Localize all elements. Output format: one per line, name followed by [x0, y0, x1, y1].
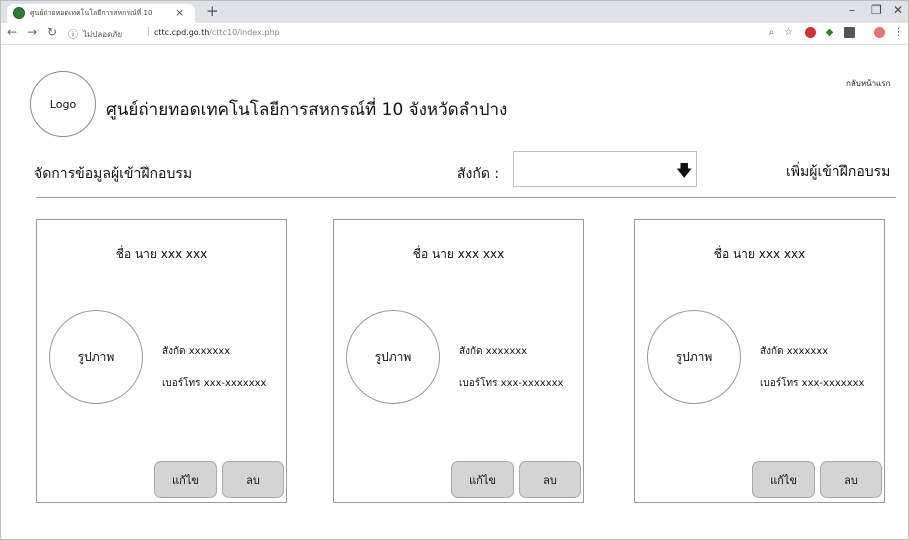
section-title: จัดการข้อมูลผู้เข้าฝึกอบรม: [34, 166, 193, 182]
url-path: /cttc10/index.php: [209, 28, 280, 37]
trainee-affiliation: สังกัด xxxxxxx: [459, 346, 528, 357]
delete-button[interactable]: ลบ: [222, 461, 284, 498]
trainee-affiliation: สังกัด xxxxxxx: [760, 346, 829, 357]
trainee-phone: เบอร์โทร xxx-xxxxxxx: [459, 378, 564, 389]
down-arrow-icon[interactable]: 🡇: [676, 160, 692, 187]
edit-button[interactable]: แก้ไข: [752, 461, 815, 498]
photo-placeholder-text: รูปภาพ: [374, 349, 412, 364]
back-arrow-icon[interactable]: ←: [7, 25, 17, 39]
url-host: cttc.cpd.go.th: [154, 28, 210, 37]
edit-button[interactable]: แก้ไข: [154, 461, 217, 498]
trainee-photo: รูปภาพ: [49, 310, 143, 404]
add-trainee-link[interactable]: เพิ่มผู้เข้าฝึกอบรม: [786, 161, 890, 183]
photo-placeholder-text: รูปภาพ: [675, 349, 713, 364]
trainee-card: ชื่อ นาย xxx xxx รูปภาพ สังกัด xxxxxxx เ…: [333, 219, 584, 503]
trainee-name: ชื่อ นาย xxx xxx: [115, 247, 208, 261]
trainee-affiliation: สังกัด xxxxxxx: [162, 346, 231, 357]
divider: [36, 197, 896, 198]
new-tab-button[interactable]: +: [206, 2, 219, 20]
home-link[interactable]: กลับหน้าแรก: [846, 77, 890, 90]
adblock-extension-icon[interactable]: [805, 27, 816, 38]
trainee-photo: รูปภาพ: [346, 310, 440, 404]
browser-window: ศูนย์ถ่ายทอดเทคโนโลยีการสหกรณ์ที่ 10 × +…: [0, 0, 909, 540]
site-favicon-icon: [13, 7, 25, 19]
url-separator: |: [147, 27, 151, 37]
info-icon[interactable]: ⓘ: [68, 26, 78, 41]
affiliation-label: สังกัด :: [457, 166, 500, 182]
photo-placeholder-text: รูปภาพ: [77, 349, 115, 364]
tab-close-icon[interactable]: ×: [175, 6, 184, 19]
trainee-phone: เบอร์โทร xxx-xxxxxxx: [162, 378, 267, 389]
edit-button[interactable]: แก้ไข: [451, 461, 514, 498]
profile-avatar-icon[interactable]: [874, 27, 885, 38]
forward-arrow-icon[interactable]: →: [27, 25, 37, 39]
extension-square-icon[interactable]: [844, 27, 855, 38]
affiliation-select[interactable]: 🡇: [513, 151, 697, 187]
trainee-name: ชื่อ นาย xxx xxx: [713, 247, 806, 261]
page-title: ศูนย์ถ่ายทอดเทคโนโลยีการสหกรณ์ที่ 10 จัง…: [106, 100, 508, 120]
reload-icon[interactable]: ↻: [47, 25, 57, 39]
browser-tab[interactable]: ศูนย์ถ่ายทอดเทคโนโลยีการสหกรณ์ที่ 10 ×: [7, 4, 195, 23]
logo: Logo: [30, 71, 96, 137]
extension-icon[interactable]: ◆: [824, 27, 835, 38]
maximize-icon[interactable]: ❐: [871, 3, 882, 17]
trainee-card: ชื่อ นาย xxx xxx รูปภาพ สังกัด xxxxxxx เ…: [634, 219, 885, 503]
logo-text: Logo: [49, 97, 77, 111]
browser-toolbar: ← → ↻ ⓘ ไม่ปลอดภัย | cttc.cpd.go.th/cttc…: [1, 23, 908, 45]
menu-dots-icon[interactable]: ⋮: [893, 27, 904, 38]
trainee-name: ชื่อ นาย xxx xxx: [412, 247, 505, 261]
delete-button[interactable]: ลบ: [820, 461, 882, 498]
trainee-phone: เบอร์โทร xxx-xxxxxxx: [760, 378, 865, 389]
zoom-icon[interactable]: ⌕: [766, 27, 777, 38]
trainee-card: ชื่อ นาย xxx xxx รูปภาพ สังกัด xxxxxxx เ…: [36, 219, 287, 503]
minimize-icon[interactable]: –: [849, 3, 855, 17]
close-window-icon[interactable]: ✕: [893, 3, 903, 17]
security-label: ไม่ปลอดภัย: [83, 30, 123, 39]
star-icon[interactable]: ☆: [783, 27, 794, 38]
trainee-photo: รูปภาพ: [647, 310, 741, 404]
tab-strip: ศูนย์ถ่ายทอดเทคโนโลยีการสหกรณ์ที่ 10 × +…: [1, 1, 908, 23]
address-bar[interactable]: ⓘ ไม่ปลอดภัย | cttc.cpd.go.th/cttc10/ind…: [68, 26, 758, 41]
url-text: cttc.cpd.go.th/cttc10/index.php: [154, 28, 280, 37]
delete-button[interactable]: ลบ: [519, 461, 581, 498]
tab-title: ศูนย์ถ่ายทอดเทคโนโลยีการสหกรณ์ที่ 10: [30, 9, 153, 17]
